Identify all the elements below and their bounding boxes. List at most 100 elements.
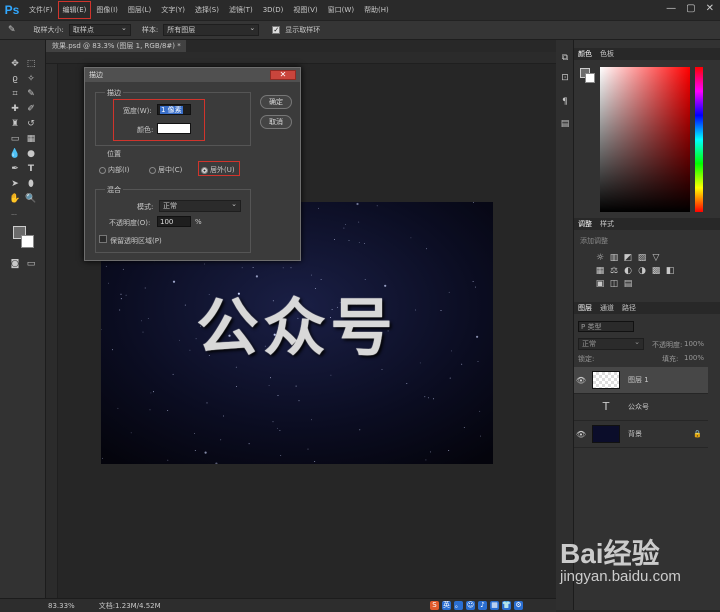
- tab-layers[interactable]: 图层: [578, 303, 592, 313]
- maximize-icon[interactable]: ▢: [686, 3, 695, 14]
- tab-swatches[interactable]: 色板: [600, 49, 614, 59]
- menu-item[interactable]: 图层(L): [123, 1, 156, 19]
- adjustment-icon[interactable]: ▦: [594, 265, 606, 277]
- adjustment-icon[interactable]: ☼: [594, 252, 606, 264]
- properties-panel-icon[interactable]: ⊡: [559, 72, 571, 84]
- move-tool-icon[interactable]: ✥: [9, 58, 21, 70]
- path-selection-tool-icon[interactable]: ➤: [9, 178, 21, 190]
- tab-adjustments[interactable]: 调整: [578, 219, 592, 229]
- zoom-level[interactable]: 83.33%: [48, 602, 75, 610]
- baidu-jingyan-watermark: Bai经验 jingyan.baidu.com: [560, 532, 720, 602]
- menu-item[interactable]: 文字(Y): [156, 1, 190, 19]
- adjustment-icon[interactable]: ▤: [622, 278, 634, 290]
- show-ring-checkbox[interactable]: ✓: [272, 26, 281, 34]
- tab-styles[interactable]: 样式: [600, 219, 614, 229]
- position-center-radio[interactable]: 居中(C): [149, 165, 182, 175]
- adjustment-icon[interactable]: ◧: [664, 265, 676, 277]
- layer-row[interactable]: 👁 背景 🔒: [574, 421, 708, 448]
- adjustment-icon[interactable]: ◐: [622, 265, 634, 277]
- adjustment-icon[interactable]: ▥: [608, 252, 620, 264]
- cancel-button[interactable]: 取消: [260, 115, 292, 129]
- color-picker-field[interactable]: [600, 67, 690, 212]
- adjustment-icon[interactable]: ◩: [622, 252, 634, 264]
- adjustment-icon[interactable]: ◑: [636, 265, 648, 277]
- panel-background-swatch[interactable]: [585, 73, 595, 83]
- menu-item[interactable]: 选择(S): [190, 1, 224, 19]
- layer-blend-mode-select[interactable]: 正常: [578, 337, 644, 350]
- ime-icon[interactable]: 👕: [502, 600, 511, 610]
- ok-button[interactable]: 确定: [260, 95, 292, 109]
- adjustment-icon[interactable]: ▩: [650, 265, 662, 277]
- brush-tool-icon[interactable]: ✐: [25, 103, 37, 115]
- menu-item[interactable]: 编辑(E): [57, 1, 92, 19]
- eye-icon[interactable]: 👁: [574, 430, 588, 439]
- eyedropper-tool-icon[interactable]: ✎: [25, 88, 37, 100]
- clone-stamp-tool-icon[interactable]: ♜: [9, 118, 21, 130]
- close-icon[interactable]: ✕: [706, 3, 714, 14]
- adjustment-icon[interactable]: ⚖: [608, 265, 620, 277]
- ime-icon[interactable]: 。: [454, 600, 463, 610]
- info-panel-icon[interactable]: ▤: [559, 118, 571, 130]
- gradient-tool-icon[interactable]: ▦: [25, 133, 37, 145]
- fill-value[interactable]: 100%: [684, 354, 704, 362]
- eraser-tool-icon[interactable]: ▭: [9, 133, 21, 145]
- menu-item[interactable]: 视图(V): [288, 1, 322, 19]
- layer-thumbnail: [592, 371, 620, 389]
- ime-icon[interactable]: ▦: [490, 600, 499, 610]
- eyedropper-tool-icon[interactable]: ✎: [8, 25, 16, 35]
- lasso-tool-icon[interactable]: ϱ: [9, 73, 21, 85]
- dodge-tool-icon[interactable]: ●: [25, 148, 37, 160]
- screen-mode-icon[interactable]: ▭: [25, 258, 37, 270]
- menu-item[interactable]: 窗口(W): [323, 1, 359, 19]
- shape-tool-icon[interactable]: ⬮: [25, 178, 37, 190]
- history-panel-icon[interactable]: ⧉: [559, 52, 571, 64]
- sample-select[interactable]: 所有图层: [163, 23, 260, 36]
- more-tools-icon[interactable]: ···: [8, 210, 20, 222]
- magic-wand-tool-icon[interactable]: ✧: [25, 73, 37, 85]
- ime-icon[interactable]: 英: [442, 600, 451, 610]
- adjustment-icon[interactable]: ▽: [650, 252, 662, 264]
- adjustment-icon[interactable]: ▨: [636, 252, 648, 264]
- layer-row[interactable]: T 公众号: [574, 394, 708, 421]
- paragraph-panel-icon[interactable]: ¶: [559, 96, 571, 108]
- minimize-icon[interactable]: —: [666, 3, 676, 14]
- ime-icon[interactable]: ⚙: [514, 600, 523, 610]
- opacity-input[interactable]: 100: [157, 216, 191, 227]
- tab-color[interactable]: 颜色: [578, 49, 592, 59]
- layer-row[interactable]: 👁 图层 1: [574, 367, 708, 394]
- sample-size-select[interactable]: 取样点: [68, 23, 131, 36]
- menu-item[interactable]: 文件(F): [24, 1, 58, 19]
- healing-brush-tool-icon[interactable]: ✚: [9, 103, 21, 115]
- ime-icon[interactable]: S: [430, 600, 439, 610]
- layer-filter-select[interactable]: P 类型: [578, 321, 634, 332]
- menu-item[interactable]: 帮助(H): [359, 1, 394, 19]
- pen-tool-icon[interactable]: ✒: [9, 163, 21, 175]
- adjustment-icon[interactable]: ▣: [594, 278, 606, 290]
- hue-slider[interactable]: [695, 67, 703, 212]
- mode-select[interactable]: 正常: [159, 199, 241, 212]
- menu-item[interactable]: 图像(I): [91, 1, 123, 19]
- history-brush-tool-icon[interactable]: ↺: [25, 118, 37, 130]
- menu-item[interactable]: 3D(D): [258, 1, 289, 19]
- text-layer-icon: T: [602, 400, 610, 413]
- dialog-close-button[interactable]: ✕: [270, 70, 296, 80]
- crop-tool-icon[interactable]: ⌗: [9, 88, 21, 100]
- adjustment-icon[interactable]: ◫: [608, 278, 620, 290]
- type-tool-icon[interactable]: T: [25, 163, 37, 175]
- eye-icon[interactable]: 👁: [574, 376, 588, 385]
- ime-icon[interactable]: ♪: [478, 600, 487, 610]
- zoom-tool-icon[interactable]: 🔍: [25, 193, 37, 205]
- hand-tool-icon[interactable]: ✋: [9, 193, 21, 205]
- tab-channels[interactable]: 通道: [600, 303, 614, 313]
- position-inside-radio[interactable]: 内部(I): [99, 165, 130, 175]
- blur-tool-icon[interactable]: 💧: [9, 148, 21, 160]
- preserve-transparency-checkbox[interactable]: 保留透明区域(P): [99, 235, 162, 246]
- ime-icon[interactable]: ☺: [466, 600, 475, 610]
- quick-mask-icon[interactable]: ◙: [9, 258, 21, 270]
- tab-paths[interactable]: 路径: [622, 303, 636, 313]
- layer-opacity-value[interactable]: 100%: [684, 340, 704, 348]
- marquee-tool-icon[interactable]: ⬚: [25, 58, 37, 70]
- menu-item[interactable]: 滤镜(T): [224, 1, 258, 19]
- background-color-swatch[interactable]: [21, 235, 34, 248]
- highlight-box-position: [198, 161, 240, 176]
